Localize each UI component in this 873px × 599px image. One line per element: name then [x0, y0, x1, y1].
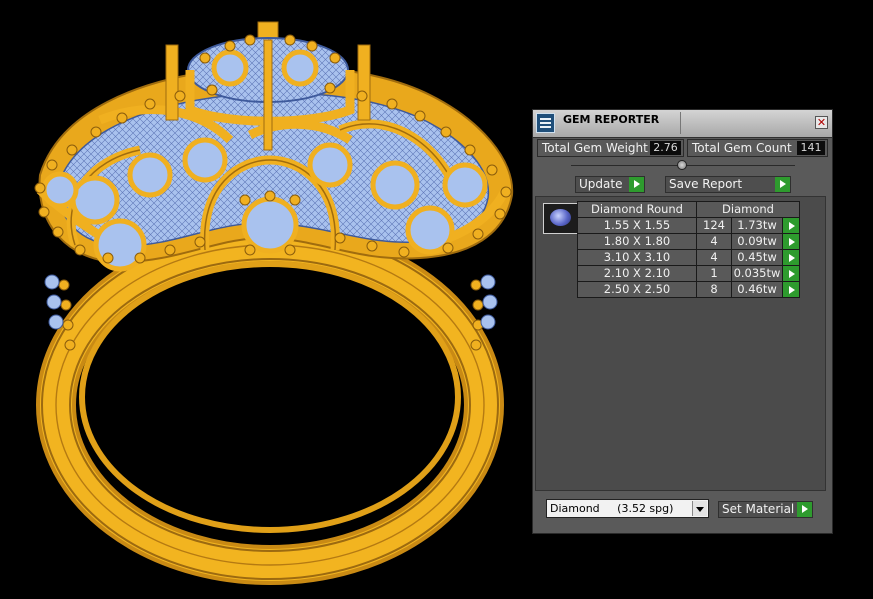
update-button[interactable]: Update: [575, 176, 645, 193]
gem-weight: 1.73tw: [731, 217, 783, 234]
chevron-down-icon[interactable]: [692, 501, 707, 516]
table-row: 1.55 X 1.55 124 1.73tw: [577, 217, 800, 234]
panel-titlebar[interactable]: GEM REPORTER ✕: [533, 110, 832, 138]
gem-size: 1.80 X 1.80: [577, 233, 697, 250]
gem-count: 124: [696, 217, 732, 234]
total-gem-count-value: 141: [797, 141, 825, 155]
play-arrow-icon: [775, 177, 790, 192]
gem-size: 2.10 X 2.10: [577, 265, 697, 282]
total-gem-count-label: Total Gem Count: [692, 141, 792, 155]
gem-count: 4: [696, 249, 732, 266]
table-row: 2.10 X 2.10 1 0.035tw: [577, 265, 800, 282]
table-row: 3.10 X 3.10 4 0.45tw: [577, 249, 800, 266]
gem-size: 2.50 X 2.50: [577, 281, 697, 298]
total-gem-count-box: Total Gem Count 141: [687, 139, 828, 157]
gem-count: 4: [696, 233, 732, 250]
set-material-button-label: Set Material: [722, 502, 795, 516]
header-shape: Diamond Round: [577, 201, 697, 218]
3d-viewport[interactable]: [0, 0, 530, 595]
save-report-button[interactable]: Save Report: [665, 176, 791, 193]
total-gem-weight-label: Total Gem Weight: [542, 141, 648, 155]
play-arrow-icon: [629, 177, 644, 192]
save-report-button-label: Save Report: [669, 177, 743, 191]
table-header-row: Diamond Round Diamond: [577, 201, 800, 218]
title-divider: [680, 112, 681, 134]
header-material: Diamond: [696, 201, 800, 218]
round-diamond-icon: [543, 203, 578, 234]
ring-model: [34, 21, 514, 585]
select-gem-arrow-icon[interactable]: [782, 233, 800, 250]
material-select[interactable]: Diamond (3.52 spg): [546, 499, 709, 518]
play-arrow-icon: [797, 502, 812, 517]
gem-weight: 0.46tw: [731, 281, 783, 298]
gem-count: 8: [696, 281, 732, 298]
select-gem-arrow-icon[interactable]: [782, 217, 800, 234]
material-select-value: Diamond (3.52 spg): [550, 502, 674, 515]
gem-size: 1.55 X 1.55: [577, 217, 697, 234]
select-gem-arrow-icon[interactable]: [782, 249, 800, 266]
gem-table: Diamond Round Diamond 1.55 X 1.55 124 1.…: [577, 201, 800, 298]
table-row: 2.50 X 2.50 8 0.46tw: [577, 281, 800, 298]
table-row: 1.80 X 1.80 4 0.09tw: [577, 233, 800, 250]
gem-weight: 0.09tw: [731, 233, 783, 250]
gem-size: 3.10 X 3.10: [577, 249, 697, 266]
panel-title: GEM REPORTER: [563, 113, 660, 126]
select-gem-arrow-icon[interactable]: [782, 265, 800, 282]
gem-count: 1: [696, 265, 732, 282]
total-gem-weight-box: Total Gem Weight 2.76: [537, 139, 684, 157]
gem-reporter-app-icon: [536, 113, 555, 133]
select-gem-arrow-icon[interactable]: [782, 281, 800, 298]
set-material-button[interactable]: Set Material: [718, 501, 813, 518]
total-gem-weight-value: 2.76: [650, 141, 681, 155]
close-button[interactable]: ✕: [815, 116, 828, 129]
gem-weight: 0.035tw: [731, 265, 783, 282]
update-button-label: Update: [579, 177, 623, 191]
gem-weight: 0.45tw: [731, 249, 783, 266]
panel-splitter-handle[interactable]: [677, 160, 687, 170]
ring-shank: [36, 225, 504, 585]
